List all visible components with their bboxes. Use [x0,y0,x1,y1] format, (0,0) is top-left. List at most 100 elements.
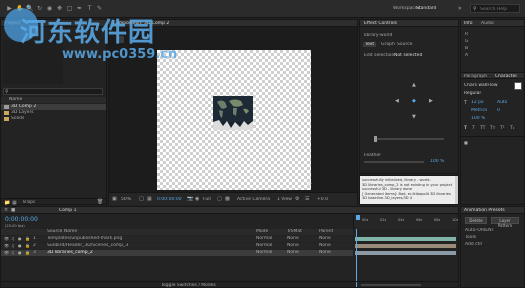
roi-icon[interactable]: ▢ [217,196,222,202]
bold-icon[interactable]: T [464,126,467,131]
layer-visibility-icon[interactable]: 👁 [4,250,9,255]
feather-value[interactable]: 100 % [430,159,444,164]
timeline-timecode[interactable]: 0:00:00:00 [5,216,38,223]
bpc-label[interactable]: 8 bpc [23,200,35,205]
arrow-right-icon[interactable]: ▶ [429,98,433,104]
snapshot-icon[interactable]: 📷 [187,196,193,202]
column-source-name[interactable]: Source Name [47,229,77,234]
tab-info[interactable]: Info [464,21,473,26]
tracking-value[interactable]: 0 [497,108,500,113]
tab-character[interactable]: Character [495,74,517,79]
anchor-widget[interactable]: ▲ ▼ ◀ ▶ ◆ [395,82,435,122]
column-trkmat[interactable]: TrkMat [287,229,302,234]
project-item[interactable]: Solids [1,116,106,122]
color-channel-icon[interactable]: ◉ [195,196,199,202]
workspace-menu-icon[interactable]: » [458,5,462,12]
timeline-zoom-slider[interactable] [361,284,421,286]
kerning-value[interactable]: Metrics [471,108,487,113]
search-help-field[interactable]: ⚲ Search Help [470,4,520,13]
fit-icon[interactable]: □ [139,196,144,202]
time-ruler[interactable]: 00s 02s 04s 06s 08s 10s [353,215,458,229]
comp-timecode[interactable]: 0:00:00:00 [157,197,182,202]
zoom-level[interactable]: 50% [121,197,131,202]
layer-lock-icon[interactable]: 🔒 [25,236,30,241]
layer-solo-icon[interactable]: ● [18,250,22,255]
camera-select[interactable]: Active Camera [237,197,270,202]
layer-mode-select[interactable]: Normal [256,236,272,241]
timeline-layer-row[interactable]: 👁 ♫ ● 🔒 3 3D libraries_comp_2 Normal None None [1,250,353,256]
anchor-center-icon[interactable]: ◆ [412,98,416,104]
arrow-left-icon[interactable]: ◀ [395,98,399,104]
toggle-switches-modes[interactable]: Toggle Switches / Modes [161,283,216,288]
current-time-indicator[interactable] [356,215,360,220]
column-mode[interactable]: Mode [256,229,268,234]
effect-tab[interactable]: Source [395,42,414,47]
exposure-value[interactable]: +0.0 [317,197,328,202]
arrow-up-icon[interactable]: ▲ [412,82,416,88]
view-layout-select[interactable]: 1 View [277,197,292,202]
font-size-value[interactable]: 12 px [471,100,484,105]
layer-parent-select[interactable]: None [319,243,331,248]
font-style-select[interactable]: Regular [464,91,481,96]
tab-audio[interactable]: Audio [481,21,494,26]
all-caps-icon[interactable]: TT [480,126,485,131]
delete-button[interactable]: Delete [465,217,487,224]
rotate-tool-icon[interactable]: ↻ [36,5,43,12]
column-name[interactable]: Name [9,97,22,102]
feather-slider[interactable] [364,161,424,163]
layer-trkmat-select[interactable]: None [287,236,299,241]
layer-visibility-icon[interactable]: 👁 [4,243,9,248]
fill-color-swatch[interactable] [514,82,522,90]
render-queue-tab[interactable]: ■ [11,208,15,213]
tab-animation-presets[interactable]: Animation Presets [464,208,505,213]
italic-icon[interactable]: T [472,126,475,131]
resolution-select[interactable]: Full [203,197,211,202]
effect-slider-track[interactable] [374,136,444,142]
layer-mode-select[interactable]: Normal [256,250,272,255]
effect-tab[interactable]: Text [363,42,377,47]
info-scrollbar[interactable] [455,176,458,204]
mask-tool-icon[interactable]: □ [66,5,73,12]
layer-duration-bar[interactable] [355,251,456,255]
layer-solo-icon[interactable]: ● [18,243,22,248]
layer-duration-bar[interactable] [355,244,456,248]
preset-row-3[interactable]: Add ctrl [465,242,482,247]
always-preview-icon[interactable]: ▣ [112,196,117,202]
grid-icon[interactable]: ▦ [147,196,152,202]
column-parent[interactable]: Parent [319,229,333,234]
layer-duration-bar[interactable] [355,237,456,241]
tab-comp-1[interactable]: Comp 1 [59,208,76,213]
timeline-icon[interactable]: ☰ [305,196,309,202]
layer-trkmat-select[interactable]: None [287,250,299,255]
preset-row-1[interactable]: Auto-ORIENT [465,228,494,233]
trash-icon[interactable]: 🗑 [97,199,103,205]
layer-lock-icon[interactable]: 🔒 [25,243,30,248]
small-caps-icon[interactable]: Tт [490,126,495,131]
superscript-icon[interactable]: T¹ [500,126,505,131]
layer-parent-select[interactable]: None [319,250,331,255]
font-family-select[interactable]: Chars wallFlow [464,83,510,88]
layer-trkmat-select[interactable]: None [287,243,299,248]
layer-solo-icon[interactable]: ● [18,236,22,241]
layer-lock-icon[interactable]: 🔒 [25,250,30,255]
layer-pattern-button[interactable]: Layer Pattern [491,217,519,228]
preset-row-2[interactable]: Tools [465,235,476,240]
fast-preview-icon[interactable]: ⚙ [295,196,299,202]
timeline-layer-row[interactable]: 👁 ♫ ● 🔒 1 Templates/unpublished-mark.png Norma… [1,236,353,242]
workspace-selector[interactable]: Standard [416,6,436,11]
leading-value[interactable]: Auto [497,100,507,105]
layer-mode-select[interactable]: Normal [256,243,272,248]
tab-paragraph[interactable]: Paragraph [464,74,487,79]
type-tool-icon[interactable]: T [86,5,93,12]
comp-canvas[interactable] [157,50,311,190]
brush-tool-icon[interactable]: ✎ [96,5,103,12]
subscript-icon[interactable]: T₁ [510,126,515,131]
close-icon[interactable]: × [4,207,8,213]
tab-effect-controls[interactable]: Effect Controls [364,21,397,26]
scale-value[interactable]: 100 % [471,116,485,121]
timeline-layer-row[interactable]: 👁 ♫ ● 🔒 2 Sunbird/Header_3D/Scenes_comp_3 Norm… [1,243,353,249]
pen-tool-icon[interactable]: ✒ [76,5,83,12]
layer-visibility-icon[interactable]: 👁 [4,236,9,241]
layer-audio-icon[interactable]: ♫ [11,243,15,248]
effect-slider-thumb[interactable] [374,136,377,142]
